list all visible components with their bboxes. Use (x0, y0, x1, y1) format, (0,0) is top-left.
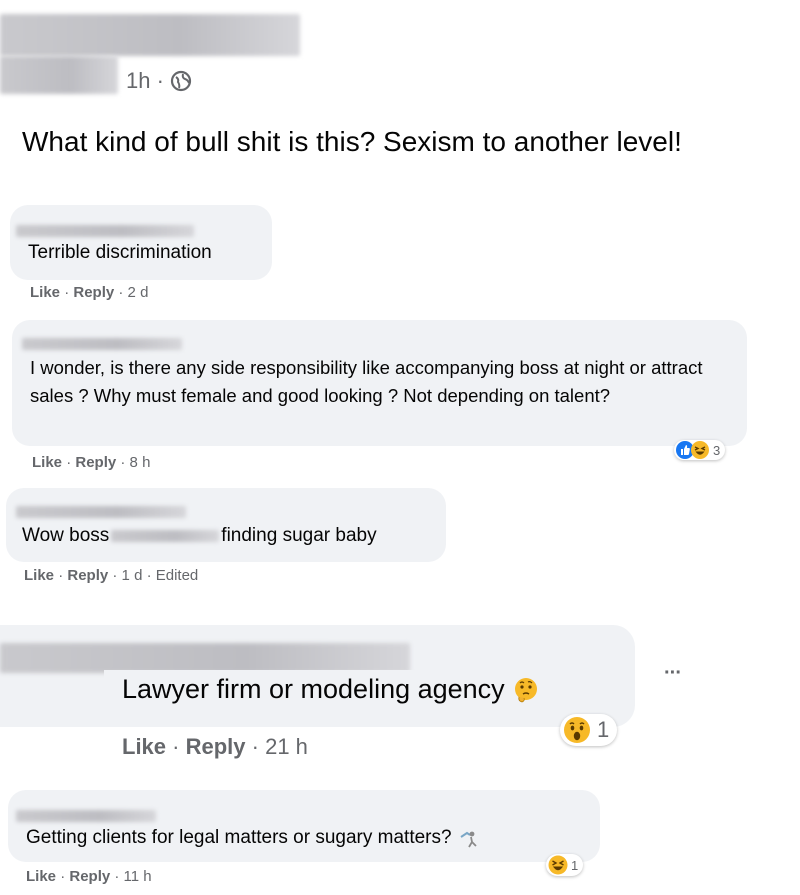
haha-reaction-icon (691, 441, 709, 459)
reply-button[interactable]: Reply (67, 567, 108, 584)
reaction-summary[interactable]: 1 (560, 714, 618, 746)
post-time[interactable]: 1h · (126, 68, 164, 94)
comment-bubble: Getting clients for legal matters or sug… (8, 790, 600, 862)
post-meta: 1h · (126, 68, 192, 94)
comment-time[interactable]: · 21 h (252, 734, 308, 759)
comment-time[interactable]: · 1 d · Edited (112, 567, 198, 584)
comment-time[interactable]: · 11 h (114, 868, 151, 885)
comment-actions: Like · Reply · 1 d · Edited (24, 567, 199, 584)
post-text: What kind of bull shit is this? Sexism t… (22, 126, 682, 157)
like-button[interactable]: Like (32, 454, 62, 471)
comment-text: Getting clients for legal matters or sug… (26, 824, 480, 852)
reaction-count: 1 (571, 857, 579, 873)
reply-button[interactable]: Reply (75, 454, 116, 471)
commenter-name-redacted (16, 810, 156, 822)
commenter-name-redacted (16, 225, 194, 237)
like-button[interactable]: Like (24, 567, 54, 584)
reaction-count: 3 (713, 442, 721, 458)
tagged-name-redacted (111, 530, 220, 542)
comment-actions: Like · Reply · 21 h (122, 734, 308, 759)
haha-reaction-icon (548, 855, 568, 875)
comment-bubble: Terrible discrimination (10, 205, 272, 280)
person-emoji-icon (460, 831, 477, 848)
thinking-emoji-icon (514, 677, 537, 702)
commenter-name-redacted (22, 338, 182, 350)
comment-actions: Like · Reply · 11 h (26, 868, 152, 885)
comment-text: I wonder, is there any side responsibili… (30, 357, 703, 406)
globe-icon (170, 70, 192, 92)
reply-button[interactable]: Reply (69, 868, 110, 885)
like-button[interactable]: Like (122, 734, 166, 759)
comment-text: Wow boss finding sugar baby (22, 525, 377, 546)
comment-bubble: I wonder, is there any side responsibili… (12, 320, 747, 446)
like-button[interactable]: Like (30, 284, 60, 301)
comment-bubble: Wow boss finding sugar baby (6, 488, 446, 562)
comment-time[interactable]: · 8 h (120, 454, 150, 471)
comment-text: Lawyer firm or modeling agency (122, 674, 541, 705)
avatar-redacted (0, 56, 118, 94)
reaction-count: 1 (597, 717, 610, 742)
reaction-summary[interactable]: 3 (674, 440, 726, 460)
comment-actions: Like · Reply · 2 d (30, 284, 149, 301)
commenter-name-redacted (16, 506, 186, 518)
reaction-summary[interactable]: 1 (546, 854, 584, 876)
reply-button[interactable]: Reply (186, 734, 246, 759)
commenter-name-redacted (0, 643, 410, 673)
comment-bubble-text-area: Lawyer firm or modeling agency (104, 670, 634, 727)
comment-text: Terrible discrimination (28, 242, 212, 263)
wow-reaction-icon (564, 717, 590, 743)
like-button[interactable]: Like (26, 868, 56, 885)
comment-time[interactable]: · 2 d (118, 284, 148, 301)
comment-actions: Like · Reply · 8 h (32, 454, 151, 471)
more-options-button[interactable]: ··· (664, 662, 682, 685)
post-author-redacted (0, 14, 300, 56)
reply-button[interactable]: Reply (73, 284, 114, 301)
